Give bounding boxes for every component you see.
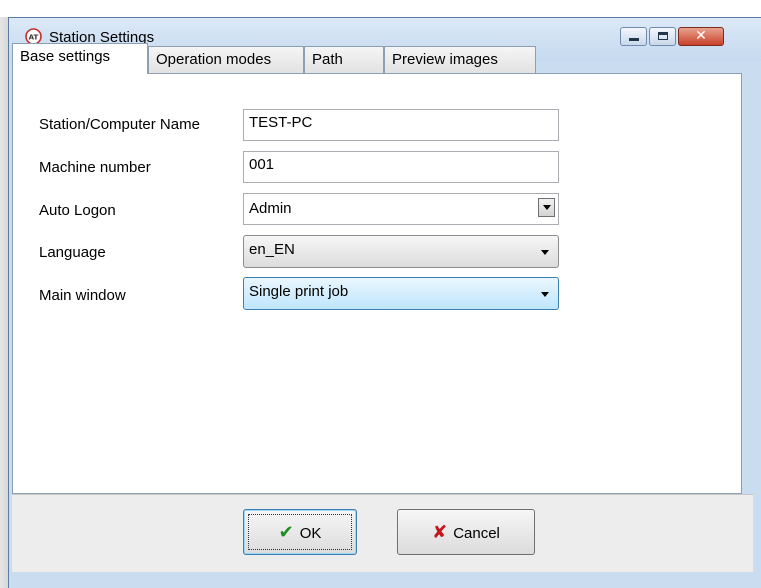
chevron-down-icon	[543, 205, 551, 210]
station-name-input[interactable]: TEST-PC	[243, 109, 559, 141]
ok-label: OK	[299, 525, 322, 542]
language-select[interactable]: en_EN	[243, 235, 559, 268]
auto-logon-dropdown-button[interactable]	[538, 198, 555, 217]
background-strip	[0, 17, 8, 588]
minimize-icon	[629, 38, 639, 41]
base-settings-panel: Station/Computer Name TEST-PC Machine nu…	[12, 73, 742, 494]
auto-logon-label: Auto Logon	[39, 202, 116, 219]
dialog-footer: ✔ OK ✘ Cancel	[12, 494, 753, 572]
tab-bar: Base settings Operation modes Path Previ…	[12, 43, 742, 74]
tab-base-settings[interactable]: Base settings	[12, 43, 148, 74]
machine-number-input[interactable]: 001	[243, 151, 559, 183]
cancel-button[interactable]: ✘ Cancel	[397, 509, 535, 555]
main-window-select[interactable]: Single print job	[243, 277, 559, 310]
checkmark-icon: ✔	[278, 522, 294, 542]
main-window-value: Single print job	[249, 283, 349, 300]
machine-number-label: Machine number	[39, 159, 151, 176]
station-name-label: Station/Computer Name	[39, 116, 200, 133]
cancel-label: Cancel	[453, 525, 500, 542]
x-icon: ✘	[432, 522, 448, 542]
ok-button[interactable]: ✔ OK	[243, 509, 357, 555]
auto-logon-select[interactable]: Admin	[243, 193, 559, 225]
language-label: Language	[39, 244, 106, 261]
tab-operation-modes[interactable]: Operation modes	[148, 46, 304, 73]
maximize-icon	[658, 32, 668, 40]
tab-preview-images[interactable]: Preview images	[384, 46, 536, 73]
svg-text:AT: AT	[29, 34, 39, 42]
main-window-label: Main window	[39, 287, 126, 304]
chevron-down-icon	[541, 292, 549, 297]
auto-logon-value: Admin	[249, 200, 292, 217]
tab-path[interactable]: Path	[304, 46, 384, 73]
close-icon: ✕	[695, 27, 707, 43]
language-value: en_EN	[249, 241, 295, 258]
chevron-down-icon	[541, 250, 549, 255]
